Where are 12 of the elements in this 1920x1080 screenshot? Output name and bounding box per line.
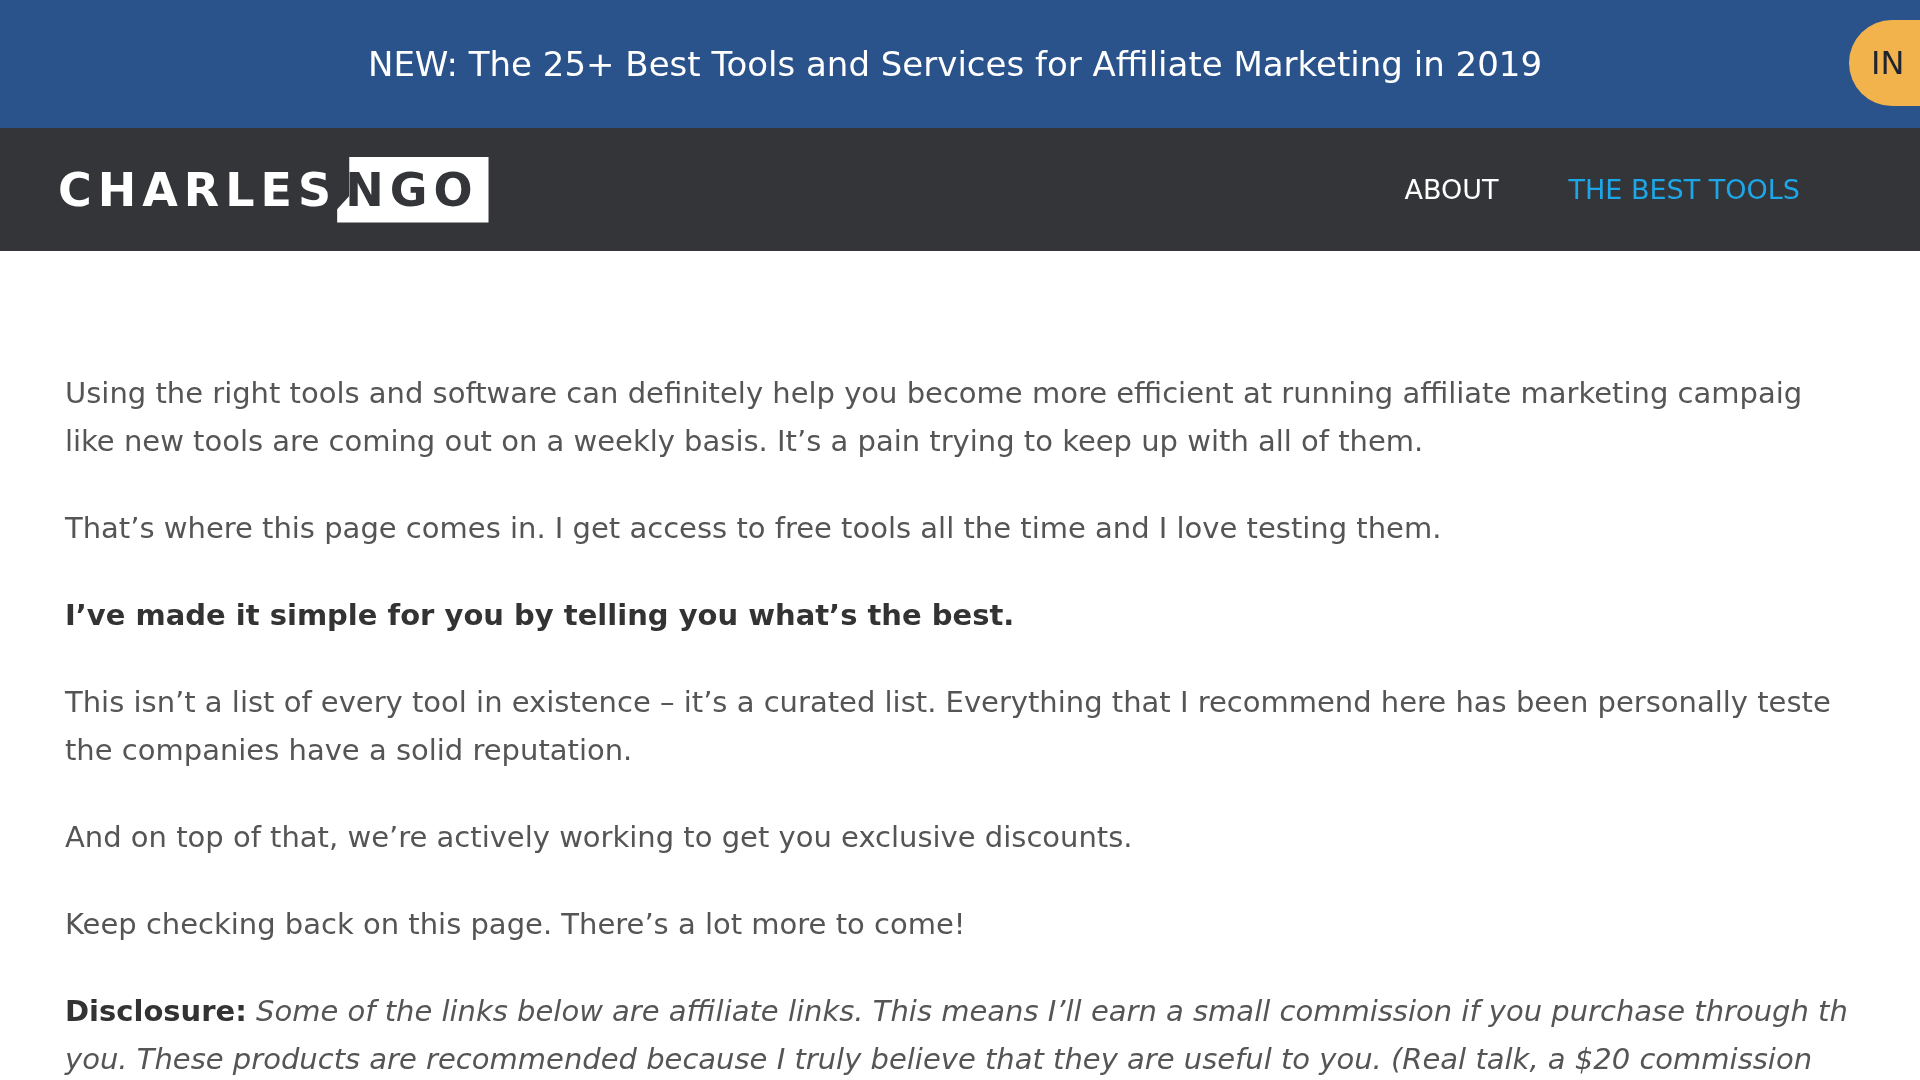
paragraph: Keep checking back on this page. There’s a lot more to come!	[65, 906, 967, 943]
announcement-text: NEW: The 25+ Best Tools and Services for Affiliate Marketing in 2019	[367, 44, 1543, 84]
banner-button[interactable]: IN	[1849, 20, 1920, 106]
paragraph: I’ve made it simple for you by telling you what’s the best.	[65, 597, 1016, 634]
disclosure-text: Disclosure: Some of the links below are affiliate links. This means I’ll earn a small commission if you purchase through th you. These products are recommended because I truly believe that they are useful to you. (Real talk, a $20 commission	[65, 993, 1849, 1078]
paragraph: And on top of that, we’re actively working to get you exclusive discounts.	[65, 819, 1134, 856]
paragraph: Using the right tools and software can definitely help you become more efficient at running affiliate marketing campaig like new tools are coming out on a weekly basis. It’s a pain trying to keep up with all of them.	[65, 375, 1804, 460]
logo[interactable]: CHARLES NGO	[58, 156, 489, 223]
nav-link[interactable]: THE BEST TOOLS	[1568, 174, 1800, 205]
nav-link[interactable]: ABOUT	[1404, 174, 1499, 205]
paragraph: That’s where this page comes in. I get access to free tools all the time and I love testing them.	[65, 510, 1443, 547]
paragraph: This isn’t a list of every tool in existence – it’s a curated list. Everything that I recommend here has been personally teste the companies have a solid reputation.	[65, 684, 1832, 769]
